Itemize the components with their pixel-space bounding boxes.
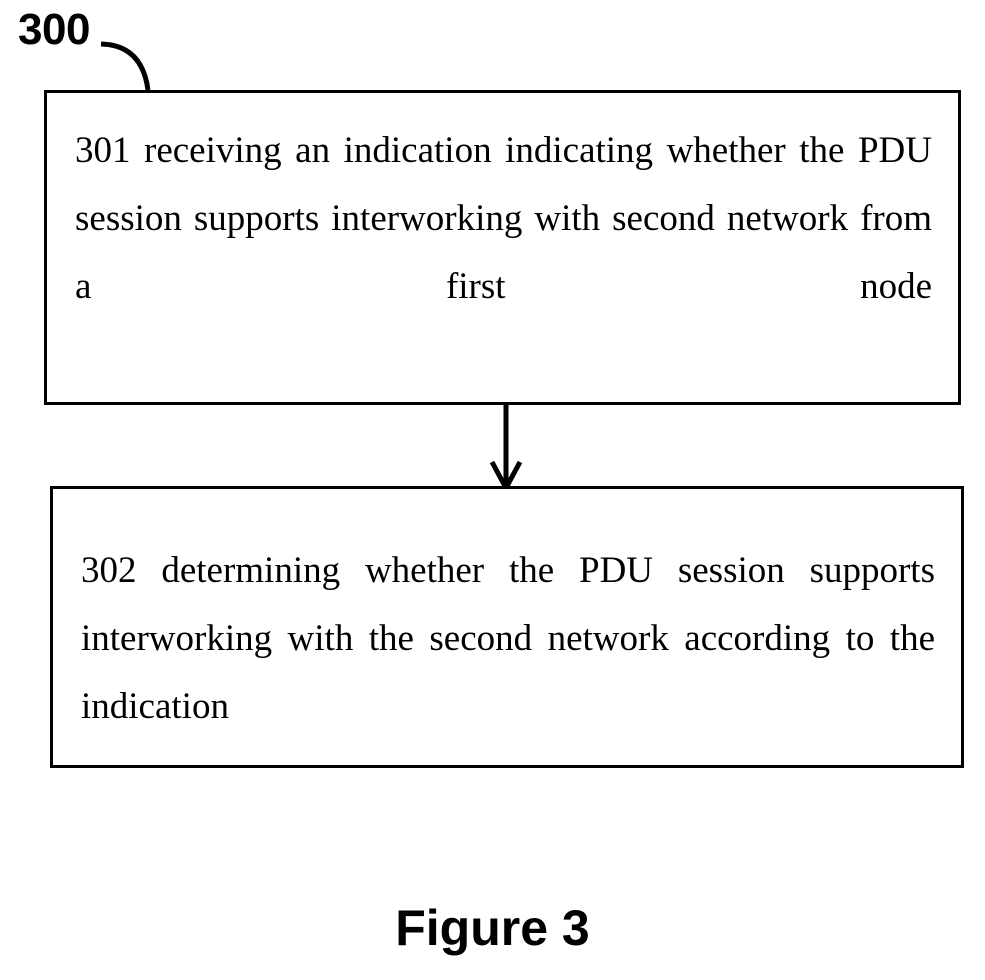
figure-caption: Figure 3 <box>395 900 590 956</box>
process-box-302: 302 determining whether the PDU session … <box>50 486 964 768</box>
flow-arrow-301-to-302 <box>489 402 523 492</box>
process-box-302-text: 302 determining whether the PDU session … <box>81 550 935 727</box>
patent-figure-canvas: 300 301 receiving an indication indicati… <box>0 0 985 980</box>
process-box-301: 301 receiving an indication indicating w… <box>44 90 961 405</box>
process-box-301-text: 301 receiving an indication indicating w… <box>75 130 932 307</box>
reference-numeral-300: 300 <box>18 5 90 54</box>
leader-line-arc <box>100 41 151 91</box>
